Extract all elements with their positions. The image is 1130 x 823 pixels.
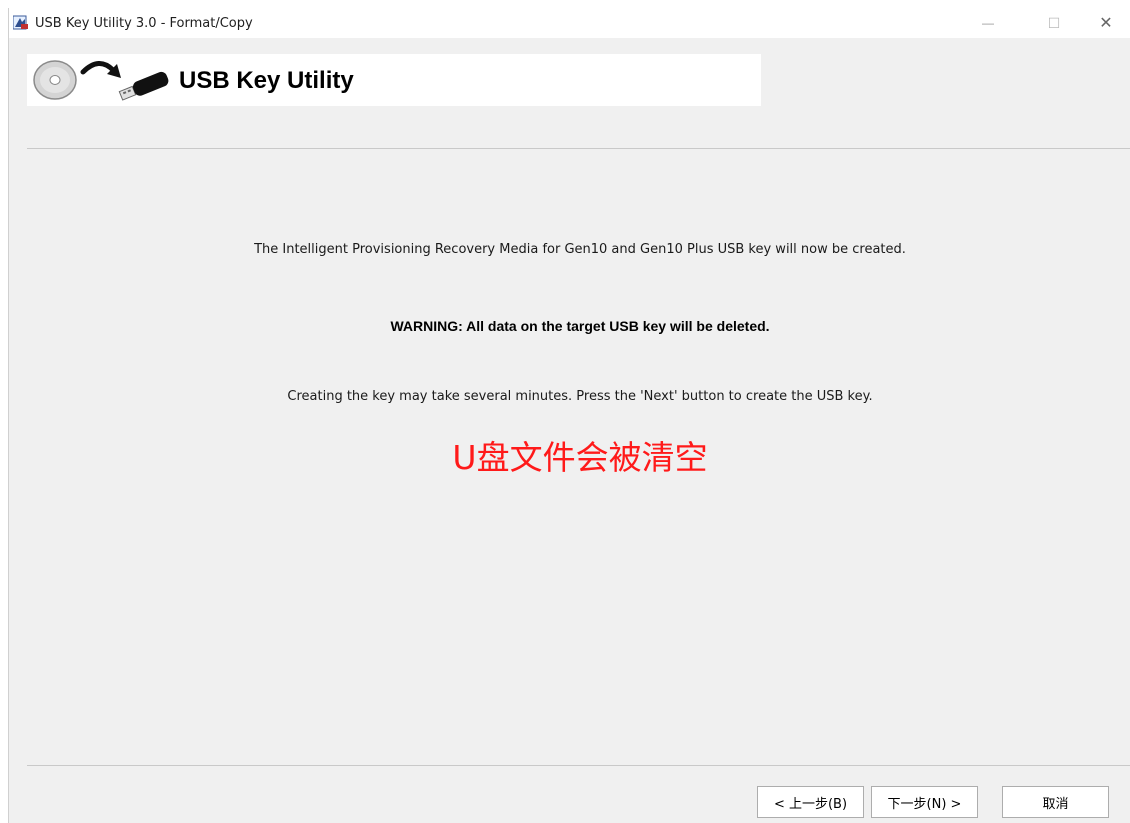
- header-banner: USB Key Utility: [27, 54, 761, 106]
- usb-key-icon: [115, 70, 173, 107]
- minimize-button[interactable]: —: [965, 8, 1011, 38]
- title-bar: USB Key Utility 3.0 - Format/Copy — ☐ ✕: [9, 8, 1130, 38]
- maximize-button[interactable]: ☐: [1031, 8, 1077, 38]
- cd-disc-icon: [31, 58, 79, 107]
- close-button[interactable]: ✕: [1083, 8, 1129, 38]
- minimize-icon: —: [982, 16, 994, 30]
- back-button[interactable]: < 上一步(B): [757, 786, 864, 818]
- info-text: The Intelligent Provisioning Recovery Me…: [254, 242, 906, 257]
- close-icon: ✕: [1099, 15, 1113, 32]
- banner-title: USB Key Utility: [179, 67, 354, 94]
- top-separator: [27, 148, 1130, 149]
- usb-key-utility-window: USB Key Utility 3.0 - Format/Copy — ☐ ✕: [8, 8, 1130, 823]
- bottom-separator: [27, 765, 1130, 766]
- window-title: USB Key Utility 3.0 - Format/Copy: [35, 16, 253, 31]
- next-button[interactable]: 下一步(N) >: [871, 786, 978, 818]
- app-icon: [12, 15, 29, 31]
- red-annotation: U盘文件会被清空: [452, 438, 708, 477]
- warning-text: WARNING: All data on the target USB key …: [390, 318, 770, 334]
- maximize-icon: ☐: [1047, 14, 1061, 31]
- instruction-text: Creating the key may take several minute…: [287, 389, 873, 404]
- cancel-button[interactable]: 取消: [1002, 786, 1109, 818]
